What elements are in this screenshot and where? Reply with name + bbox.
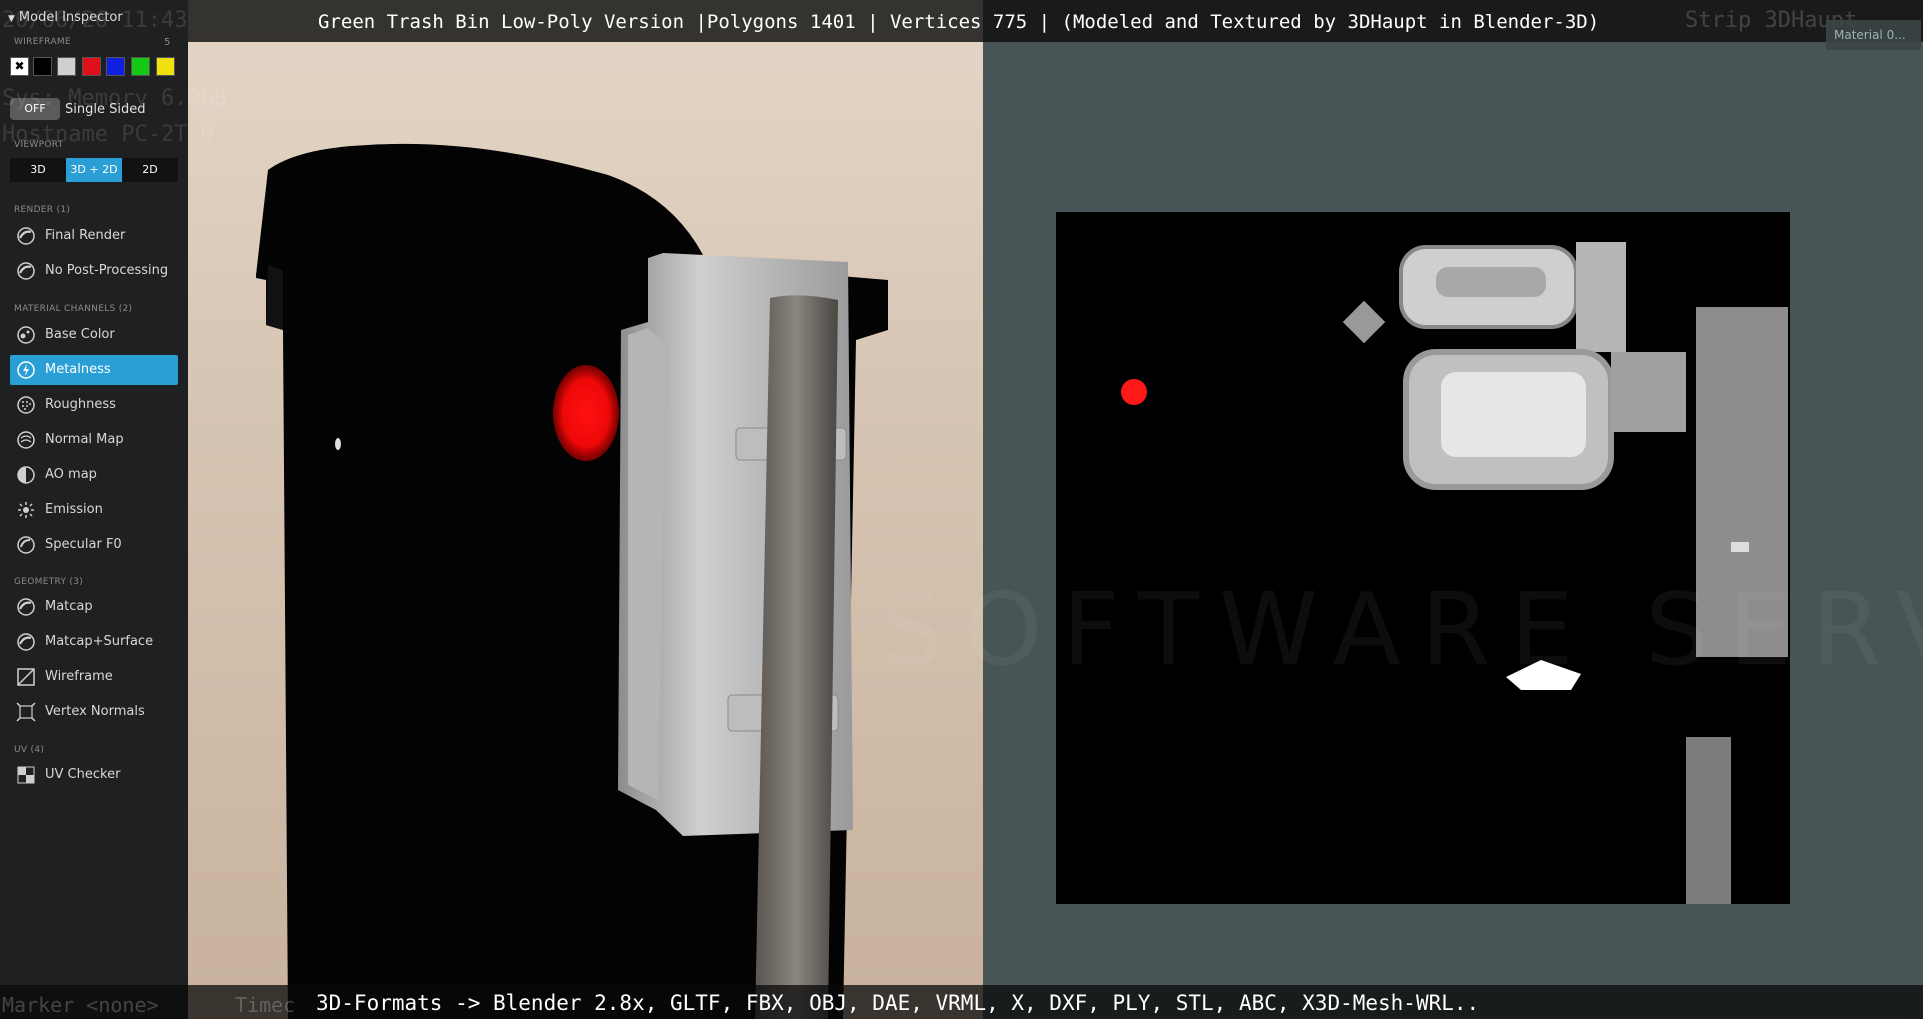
ao-map-item[interactable]: AO map <box>10 460 178 490</box>
yellow-swatch[interactable] <box>156 57 175 76</box>
uv-section-label: UV (4) <box>14 745 45 755</box>
wireframe-icon <box>17 668 35 686</box>
video-title: Green Trash Bin Low-Poly Version |Polygo… <box>318 11 1600 33</box>
normal-map-item[interactable]: Normal Map <box>10 425 178 455</box>
gray-swatch[interactable] <box>57 57 76 76</box>
sphere-icon <box>17 227 35 245</box>
wireframe-count: 5 <box>164 37 171 48</box>
final-render-item[interactable]: Final Render <box>10 221 178 251</box>
viewport-2d-uv[interactable] <box>983 0 1923 1019</box>
ao-map-icon <box>17 466 35 484</box>
render-section-label: RENDER (1) <box>14 205 71 215</box>
uv-islands <box>1121 242 1788 904</box>
roughness-icon <box>17 396 35 414</box>
red-swatch[interactable] <box>82 57 101 76</box>
matcap-surface-icon <box>17 633 35 651</box>
black-swatch[interactable] <box>33 57 52 76</box>
viewport-3d-2d-button[interactable]: 3D + 2D <box>66 158 122 182</box>
normal-map-icon <box>17 431 35 449</box>
roughness-item[interactable]: Roughness <box>10 390 178 420</box>
no-post-processing-item[interactable]: No Post-Processing <box>10 256 178 286</box>
sphere-icon <box>17 262 35 280</box>
base-color-icon <box>17 326 35 344</box>
metalness-item[interactable]: Metalness <box>10 355 178 385</box>
checker-icon <box>17 766 35 784</box>
wireframe-section-label: WIREFRAME <box>14 37 71 47</box>
blue-swatch[interactable] <box>106 57 125 76</box>
material-channels-section-label: MATERIAL CHANNELS (2) <box>14 304 133 314</box>
matcap-icon <box>17 598 35 616</box>
green-swatch[interactable] <box>131 57 150 76</box>
viewport-3d-button[interactable]: 3D <box>10 158 66 182</box>
metalness-icon <box>17 361 35 379</box>
specular-icon <box>17 536 35 554</box>
ghost-marker: Marker <none> <box>2 993 159 1017</box>
uv-texture-map <box>1056 212 1790 904</box>
emission-item[interactable]: Emission <box>10 495 178 525</box>
base-color-item[interactable]: Base Color <box>10 320 178 350</box>
vertex-normals-item[interactable]: Vertex Normals <box>10 697 178 727</box>
watermark-text: SOFTWARE SERVICE JOHN <box>880 571 1923 688</box>
ghost-timestamp: 20/06/26 11:43 <box>2 8 188 33</box>
formats-caption: 3D-Formats -> Blender 2.8x, GLTF, FBX, O… <box>316 991 1480 1015</box>
material-selector[interactable]: Material 0... <box>1826 20 1921 50</box>
viewport-3d[interactable] <box>188 0 983 1019</box>
emission-icon <box>18 502 34 518</box>
trash-bin-model <box>256 143 888 1019</box>
no-color-swatch[interactable]: ✖ <box>10 57 29 76</box>
uv-checker-item[interactable]: UV Checker <box>10 760 178 790</box>
ghost-memory: Sys: Memory 6.0GB <box>2 86 228 111</box>
vertex-normals-icon <box>16 702 36 722</box>
geometry-section-label: GEOMETRY (3) <box>14 577 84 587</box>
ghost-timecode: Timec <box>235 993 296 1017</box>
viewport-2d-button[interactable]: 2D <box>122 158 178 182</box>
matcap-item[interactable]: Matcap <box>10 592 178 622</box>
model-inspector-panel: ▼ Model Inspector WIREFRAME 5 ✖ OFF Singl… <box>0 0 188 1019</box>
specular-f0-item[interactable]: Specular F0 <box>10 530 178 560</box>
ghost-hostname: Hostname PC-2T-0 <box>2 122 214 147</box>
matcap-surface-item[interactable]: Matcap+Surface <box>10 627 178 657</box>
wireframe-item[interactable]: Wireframe <box>10 662 178 692</box>
